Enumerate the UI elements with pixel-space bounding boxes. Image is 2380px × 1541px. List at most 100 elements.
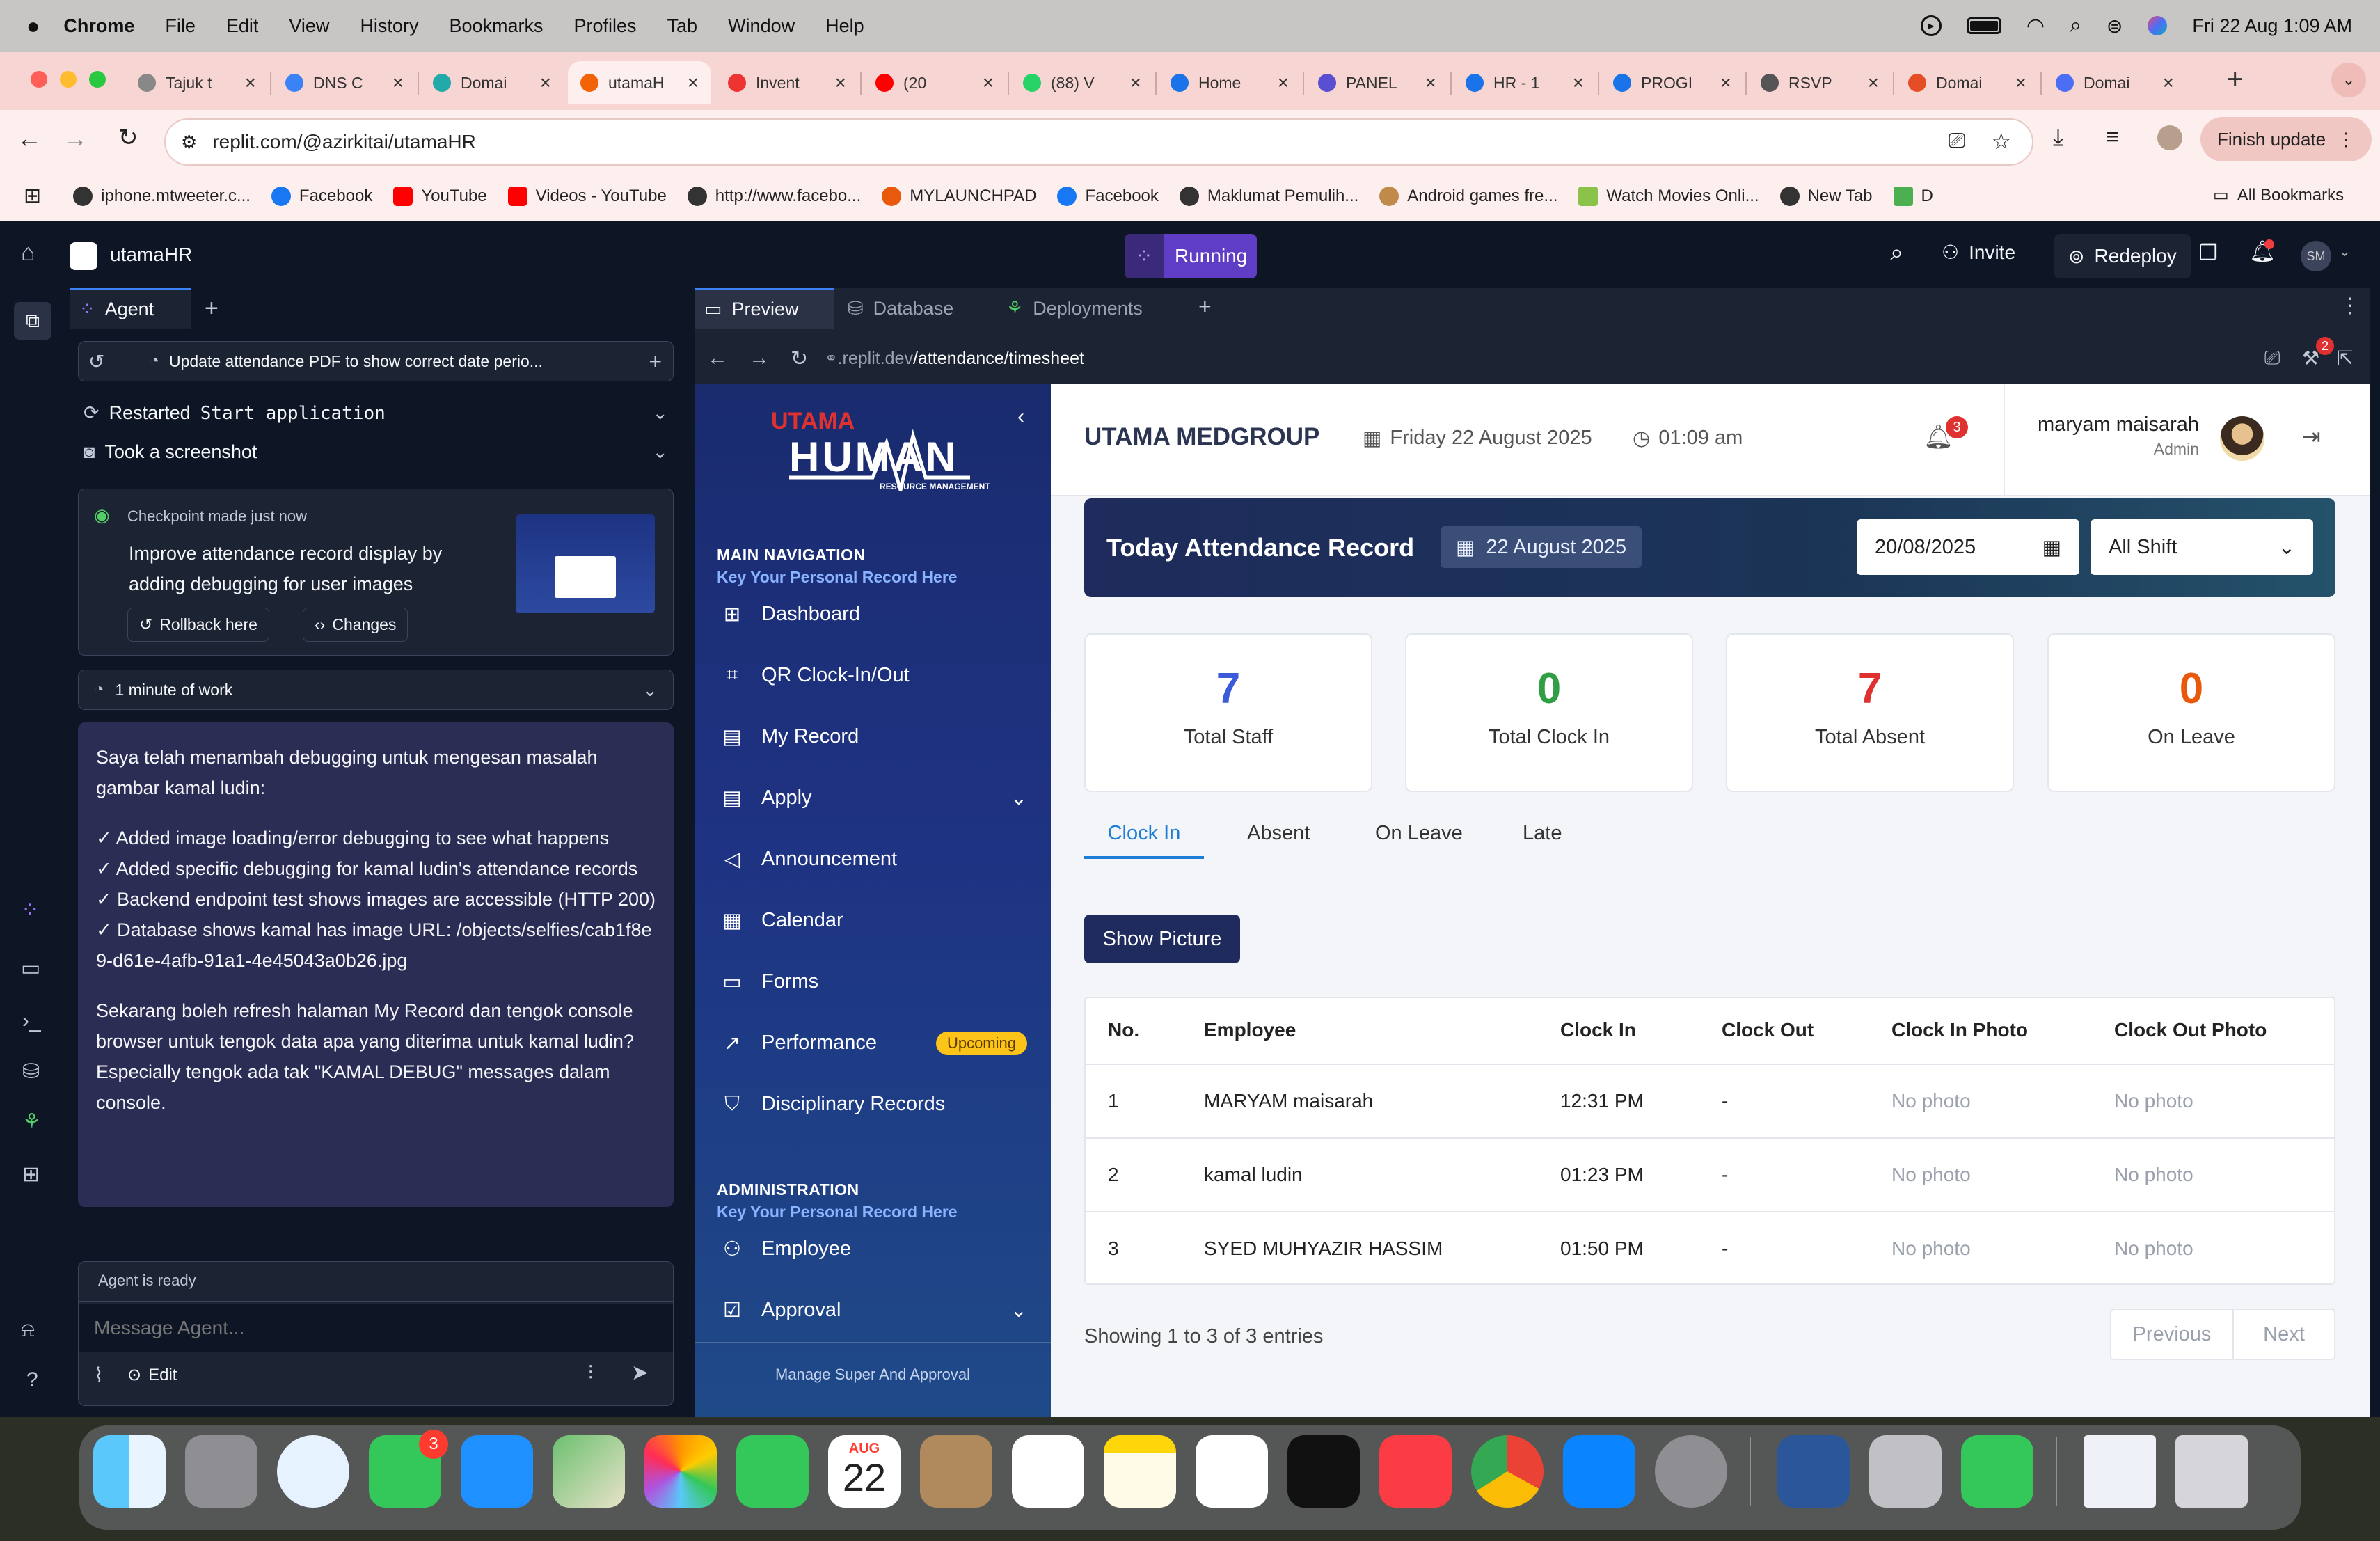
project-name[interactable]: utamaHR <box>110 244 192 266</box>
preview-icon[interactable]: ▭ <box>21 956 40 981</box>
bookmark-item[interactable]: Facebook <box>1057 186 1159 206</box>
screenshot-row[interactable]: ◙ Took a screenshot ⌄ <box>84 441 668 463</box>
expand-chevron-icon[interactable]: ⌄ <box>652 402 668 424</box>
finish-update-button[interactable]: Finish update ⋮ <box>2200 117 2372 161</box>
safari-icon[interactable] <box>277 1435 349 1508</box>
nav-qr-clock[interactable]: ⌗ QR Clock-In/Out <box>721 664 1027 687</box>
menu-app-name[interactable]: Chrome <box>63 15 134 37</box>
bookmark-item[interactable]: http://www.facebo... <box>687 186 861 206</box>
menu-view[interactable]: View <box>289 15 329 37</box>
bookmark-item[interactable]: New Tab <box>1779 186 1873 206</box>
chrome-icon[interactable] <box>1471 1435 1544 1508</box>
nav-dashboard[interactable]: ⊞ Dashboard <box>721 603 1027 626</box>
bookmark-item[interactable]: MYLAUNCHPAD <box>882 186 1036 206</box>
shift-select[interactable]: All Shift ⌄ <box>2091 519 2313 575</box>
menu-help[interactable]: Help <box>825 15 864 37</box>
tab-close-icon[interactable]: × <box>2163 72 2174 94</box>
wifi-icon[interactable]: ◠ <box>2026 14 2045 38</box>
files-icon[interactable]: ⧉ <box>14 302 51 340</box>
tab-close-icon[interactable]: × <box>688 72 699 94</box>
new-thread-plus-icon[interactable]: + <box>649 349 662 374</box>
help-question-icon[interactable]: ? <box>26 1368 38 1392</box>
profile-avatar-icon[interactable] <box>2157 125 2182 150</box>
new-tab-plus-icon[interactable]: + <box>2227 64 2243 95</box>
freeform-icon[interactable] <box>1196 1435 1268 1508</box>
window-minimize-button[interactable] <box>60 71 77 88</box>
menubar-datetime[interactable]: Fri 22 Aug 1:09 AM <box>2192 15 2352 37</box>
browser-tab[interactable]: PANEL × <box>1306 61 1449 104</box>
bookmark-item[interactable]: Maklumat Pemulih... <box>1179 186 1358 206</box>
calendar-icon[interactable]: AUG 22 <box>828 1435 901 1508</box>
apple-icon[interactable]: ● <box>26 13 40 39</box>
expand-chevron-icon[interactable]: ⌄ <box>652 441 668 463</box>
address-bar[interactable]: ⚙ replit.com/@azirkitai/utamaHR ⎚ ☆ <box>164 118 2033 166</box>
logout-icon[interactable]: ⇥ <box>2302 423 2321 450</box>
table-row[interactable]: 3 SYED MUHYAZIR HASSIM 01:50 PM - No photo No… <box>1086 1212 2334 1285</box>
preview-back-icon[interactable]: ← <box>707 347 728 370</box>
tab-close-icon[interactable]: × <box>835 72 846 94</box>
maps-icon[interactable] <box>553 1435 625 1508</box>
attach-paperclip-icon[interactable]: ⌇ <box>94 1364 104 1386</box>
preview-url-path[interactable]: /attendance/timesheet <box>913 349 1084 369</box>
tab-close-icon[interactable]: × <box>1130 72 1141 94</box>
browser-tab[interactable]: (20 × <box>863 61 1006 104</box>
agent-tab[interactable]: ⁘ Agent <box>70 288 191 329</box>
restarted-row[interactable]: ⟳ Restarted Start application ⌄ <box>84 402 668 424</box>
menu-edit[interactable]: Edit <box>226 15 259 37</box>
history-icon[interactable]: ↺ <box>88 350 104 373</box>
show-picture-button[interactable]: Show Picture <box>1084 915 1240 963</box>
browser-tab[interactable]: Domai × <box>2043 61 2187 104</box>
tab-close-icon[interactable]: × <box>1278 72 1289 94</box>
play-icon[interactable]: ▶ <box>1920 15 1942 36</box>
nav-employee[interactable]: ⚇ Employee <box>721 1238 1027 1261</box>
table-row[interactable]: 2 kamal ludin 01:23 PM - No photo No photo <box>1086 1139 2334 1212</box>
avatar-chevron-icon[interactable]: ⌄ <box>2338 242 2351 260</box>
nav-performance[interactable]: ↗ Performance Upcoming <box>721 1031 1027 1055</box>
subtab-late[interactable]: Late <box>1523 817 1562 849</box>
collapse-sidebar-icon[interactable]: ‹ <box>1017 405 1024 429</box>
user-avatar-photo[interactable] <box>2220 416 2264 461</box>
bookmark-item[interactable]: Watch Movies Onli... <box>1578 186 1759 206</box>
facetime-icon[interactable] <box>736 1435 809 1508</box>
tab-close-icon[interactable]: × <box>1868 72 1879 94</box>
preview-tab-deployments[interactable]: ⚘ Deployments <box>1006 288 1143 329</box>
bookmark-star-icon[interactable]: ☆ <box>1991 128 2011 155</box>
settings-sliders-icon[interactable]: ⫶ <box>588 1362 593 1385</box>
browser-tab[interactable]: Domai × <box>420 61 564 104</box>
table-row[interactable]: 1 MARYAM maisarah 12:31 PM - No photo No phot… <box>1086 1065 2334 1139</box>
pagination-previous[interactable]: Previous <box>2110 1309 2234 1360</box>
site-info-icon[interactable]: ⚙ <box>181 132 197 153</box>
tab-close-icon[interactable]: × <box>1720 72 1731 94</box>
search-icon[interactable]: ⌕ <box>1890 239 1903 267</box>
tab-close-icon[interactable]: × <box>245 72 256 94</box>
expand-chevron-icon[interactable]: ⌄ <box>642 679 658 701</box>
open-new-window-icon[interactable]: ⇱ <box>2337 347 2353 370</box>
nav-calendar[interactable]: ▦ Calendar <box>721 909 1027 932</box>
spotlight-search-icon[interactable]: ⌕ <box>2070 14 2081 38</box>
reminders-icon[interactable] <box>1012 1435 1084 1508</box>
tab-close-icon[interactable]: × <box>983 72 994 94</box>
subtab-clock-in[interactable]: Clock In <box>1084 817 1204 859</box>
menu-file[interactable]: File <box>165 15 196 37</box>
preview-tab-preview[interactable]: ▭ Preview <box>695 288 834 329</box>
nav-forms[interactable]: ▭ Forms <box>721 970 1027 993</box>
subtab-absent[interactable]: Absent <box>1247 817 1310 849</box>
run-status-button[interactable]: ⁘ Running <box>1125 234 1257 278</box>
deployments-icon[interactable]: ⚘ <box>22 1109 41 1134</box>
reload-icon[interactable]: ↻ <box>118 124 138 152</box>
settings-icon[interactable] <box>1655 1435 1727 1508</box>
notes-icon[interactable] <box>1104 1435 1176 1508</box>
browser-tab[interactable]: PROGI × <box>1601 61 1744 104</box>
send-icon[interactable]: ➤ <box>631 1361 649 1385</box>
menu-window[interactable]: Window <box>728 15 795 37</box>
trash-icon[interactable] <box>2175 1435 2248 1508</box>
message-input[interactable] <box>79 1304 673 1352</box>
menu-profiles[interactable]: Profiles <box>574 15 637 37</box>
apps-grid-icon[interactable]: ⊞ <box>24 184 41 208</box>
copy-icon[interactable]: ❐ <box>2199 241 2218 265</box>
word-icon[interactable] <box>1777 1435 1850 1508</box>
media-control-icon[interactable]: ≡ <box>2106 124 2119 150</box>
tab-close-icon[interactable]: × <box>540 72 551 94</box>
work-summary-row[interactable]: ◔ 1 minute of work ⌄ <box>78 670 674 710</box>
preview-url-prefix[interactable]: .replit.dev <box>838 349 913 369</box>
